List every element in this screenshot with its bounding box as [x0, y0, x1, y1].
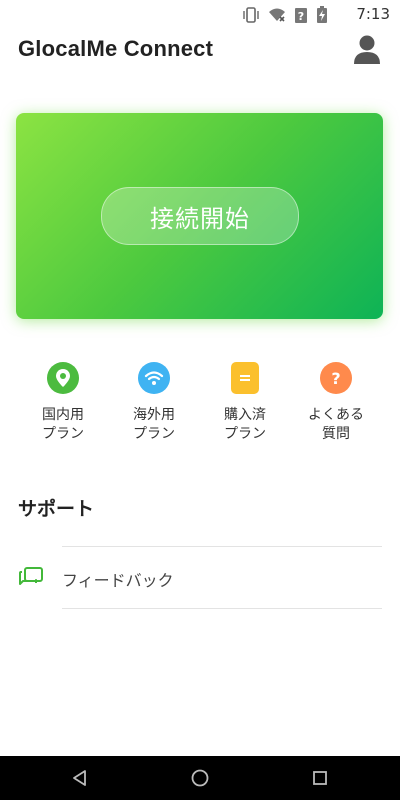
- faq-label: よくある 質問: [308, 407, 364, 442]
- person-icon: [354, 35, 380, 64]
- svg-text:?: ?: [331, 369, 340, 388]
- domestic-plan-button[interactable]: 国内用 プラン: [17, 362, 109, 444]
- wifi-icon: [138, 362, 170, 394]
- recents-icon: [313, 771, 327, 785]
- purchased-plan-label: 購入済 プラン: [224, 407, 266, 442]
- domestic-plan-label: 国内用 プラン: [42, 407, 84, 442]
- vibrate-icon: [242, 6, 260, 24]
- wifi-off-icon: [268, 6, 286, 24]
- home-icon: [191, 769, 209, 787]
- connect-card: 接続開始: [16, 113, 383, 319]
- status-bar: ? 7:13: [0, 0, 400, 28]
- feedback-icon: [18, 566, 44, 594]
- signal-unknown-icon: ?: [294, 6, 308, 24]
- app-title: GlocalMe Connect: [18, 36, 214, 61]
- profile-button[interactable]: [352, 34, 382, 66]
- home-button[interactable]: [188, 766, 212, 790]
- back-button[interactable]: [68, 766, 92, 790]
- navigation-bar: [0, 756, 400, 800]
- purchased-plan-button[interactable]: 購入済 プラン: [199, 362, 291, 444]
- support-section-title: サポート: [18, 498, 95, 520]
- feedback-label: フィードバック: [62, 571, 174, 590]
- svg-text:?: ?: [298, 10, 304, 23]
- feedback-item[interactable]: フィードバック: [0, 548, 400, 608]
- overseas-plan-label: 海外用 プラン: [133, 407, 175, 442]
- battery-charging-icon: [316, 6, 328, 24]
- quick-menu: 国内用 プラン 海外用 プラン 購入済 プラン ? よくある 質問: [0, 362, 400, 452]
- location-pin-icon: [47, 362, 79, 394]
- clipboard-icon: [231, 362, 259, 394]
- faq-button[interactable]: ? よくある 質問: [290, 362, 382, 444]
- divider: [62, 546, 382, 547]
- overseas-plan-button[interactable]: 海外用 プラン: [108, 362, 200, 444]
- connect-start-button[interactable]: 接続開始: [101, 187, 299, 245]
- question-icon: ?: [320, 362, 352, 394]
- status-icons: ?: [242, 6, 328, 24]
- status-time: 7:13: [356, 5, 390, 23]
- recents-button[interactable]: [308, 766, 332, 790]
- divider: [62, 608, 382, 609]
- back-icon: [73, 770, 86, 786]
